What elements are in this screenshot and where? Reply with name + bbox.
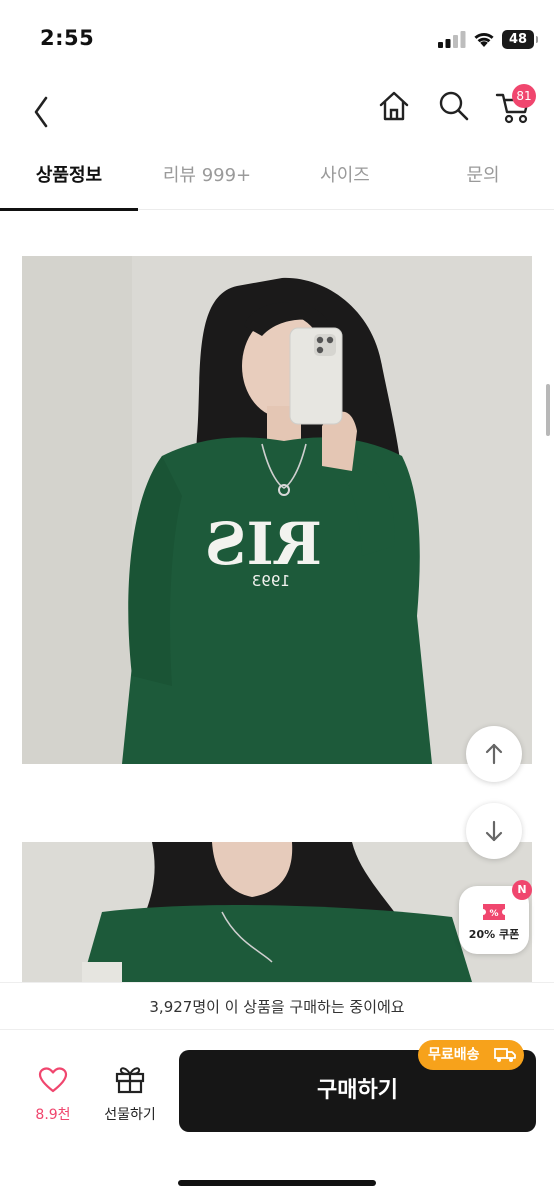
- back-icon[interactable]: [22, 86, 62, 130]
- arrow-down-icon: [485, 820, 503, 842]
- home-indicator[interactable]: [178, 1180, 376, 1186]
- status-time: 2:55: [40, 26, 95, 50]
- product-photo-2: [22, 842, 532, 982]
- status-bar: 2:55 48: [0, 0, 554, 80]
- heart-icon: [38, 1067, 68, 1093]
- model-mirror-selfie-image: RIS 1993: [22, 256, 532, 764]
- tab-size[interactable]: 사이즈: [276, 146, 414, 210]
- product-tabs: 상품정보 리뷰 999+ 사이즈 문의: [0, 146, 554, 211]
- search-icon[interactable]: [436, 88, 472, 124]
- svg-text:%: %: [489, 909, 498, 919]
- home-icon[interactable]: [376, 88, 412, 124]
- arrow-up-icon: [485, 743, 503, 765]
- scroll-up-button[interactable]: [466, 726, 522, 782]
- gift-label: 선물하기: [104, 1107, 156, 1123]
- scroll-down-button[interactable]: [466, 803, 522, 859]
- tab-inquiry[interactable]: 문의: [414, 146, 552, 210]
- coupon-label: 20% 쿠폰: [468, 928, 520, 941]
- battery-indicator: 48: [502, 30, 538, 49]
- gift-button[interactable]: 선물하기: [92, 1062, 168, 1126]
- free-shipping-badge: 무료배송: [418, 1040, 524, 1070]
- like-count: 8.9천: [35, 1107, 71, 1123]
- tab-product-info[interactable]: 상품정보: [0, 146, 138, 211]
- app-header: [0, 80, 554, 136]
- sweatshirt-print-year: 1993: [252, 572, 290, 590]
- like-button[interactable]: 8.9천: [22, 1062, 84, 1126]
- gift-icon: [115, 1067, 145, 1094]
- buyers-notice: 3,927명이 이 상품을 구매하는 중이에요: [0, 982, 554, 1030]
- sweatshirt-print-text: RIS: [205, 510, 322, 578]
- scroll-indicator[interactable]: [546, 384, 550, 436]
- cellular-signal-icon: [438, 31, 466, 48]
- product-photo: RIS 1993: [22, 256, 532, 764]
- free-shipping-label: 무료배송: [428, 1047, 480, 1063]
- tab-reviews[interactable]: 리뷰 999+: [138, 146, 276, 210]
- new-badge: N: [512, 880, 532, 900]
- wifi-icon: [474, 32, 494, 47]
- delivery-truck-icon: [494, 1048, 516, 1062]
- cart-count-badge: 81: [512, 84, 536, 108]
- model-photo-image: [22, 842, 532, 982]
